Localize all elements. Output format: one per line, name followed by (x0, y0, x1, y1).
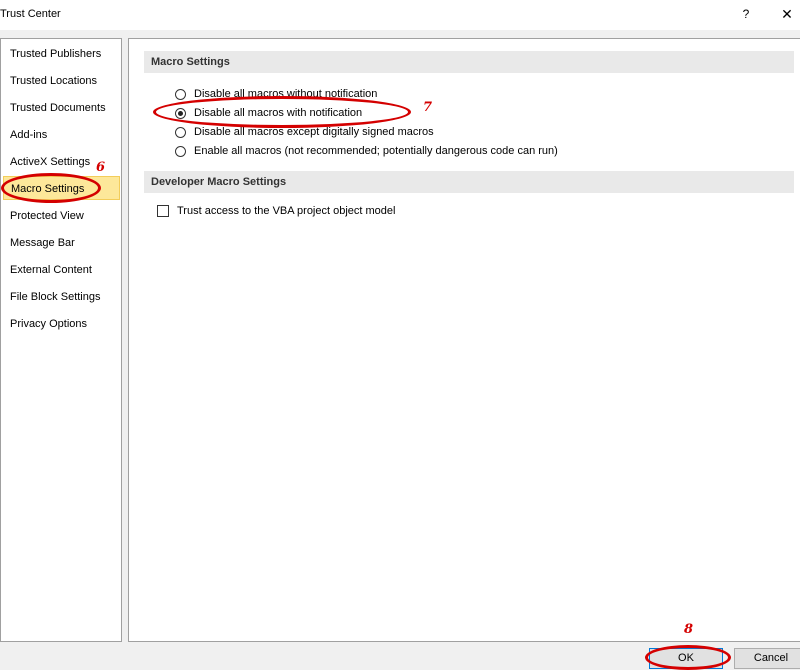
sidebar-item-file-block-settings[interactable]: File Block Settings (1, 285, 111, 309)
radio-enable-all[interactable]: Enable all macros (not recommended; pote… (175, 142, 558, 160)
radio-button[interactable] (175, 88, 186, 100)
developer-macro-settings-header: Developer Macro Settings (144, 171, 794, 193)
radio-label: Disable all macros except digitally sign… (194, 126, 434, 139)
sidebar-item-activex-settings[interactable]: ActiveX Settings (1, 150, 111, 174)
macro-settings-header: Macro Settings (144, 51, 794, 73)
sidebar-item-external-content[interactable]: External Content (1, 258, 111, 282)
radio-label: Disable all macros with notification (194, 107, 363, 120)
sidebar-item-privacy-options[interactable]: Privacy Options (1, 312, 111, 336)
trust-vba-checkbox[interactable] (157, 205, 169, 218)
sidebar-item-trusted-locations[interactable]: Trusted Locations (1, 69, 111, 93)
title-bar: Trust Center ? ✕ (0, 0, 800, 30)
radio-button[interactable] (175, 145, 186, 157)
sidebar-item-trusted-publishers[interactable]: Trusted Publishers (1, 42, 111, 66)
trust-vba-label: Trust access to the VBA project object m… (177, 205, 396, 218)
main-panel: Macro Settings Disable all macros withou… (128, 38, 800, 642)
radio-label: Disable all macros without notification (194, 88, 378, 101)
radio-disable-without-notification[interactable]: Disable all macros without notification (175, 85, 377, 103)
sidebar-item-add-ins[interactable]: Add-ins (1, 123, 111, 147)
sidebar: Trusted Publishers Trusted Locations Tru… (0, 38, 122, 642)
radio-button[interactable] (175, 126, 186, 138)
cancel-button[interactable]: Cancel (734, 648, 800, 669)
radio-button[interactable] (175, 107, 186, 119)
sidebar-item-protected-view[interactable]: Protected View (1, 204, 111, 228)
sidebar-item-trusted-documents[interactable]: Trusted Documents (1, 96, 111, 120)
help-button[interactable]: ? (736, 4, 756, 24)
radio-disable-with-notification[interactable]: Disable all macros with notification (175, 104, 362, 122)
ok-button[interactable]: OK (649, 648, 723, 669)
radio-label: Enable all macros (not recommended; pote… (194, 145, 558, 158)
sidebar-item-macro-settings[interactable]: Macro Settings (3, 176, 120, 200)
close-button[interactable]: ✕ (776, 4, 798, 24)
window-title: Trust Center (0, 8, 61, 20)
trust-vba-option[interactable]: Trust access to the VBA project object m… (157, 202, 395, 220)
radio-disable-except-signed[interactable]: Disable all macros except digitally sign… (175, 123, 434, 141)
sidebar-item-message-bar[interactable]: Message Bar (1, 231, 111, 255)
